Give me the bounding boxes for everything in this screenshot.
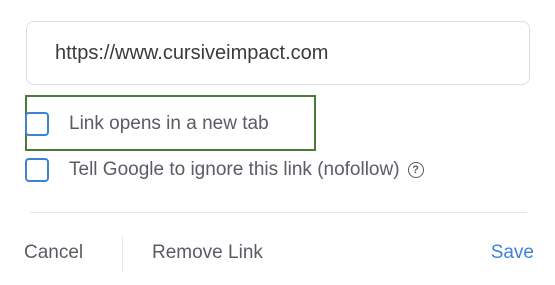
remove-link-button[interactable]: Remove Link (152, 241, 263, 265)
link-editor-panel: Link opens in a new tab Tell Google to i… (0, 0, 555, 285)
url-input[interactable] (26, 21, 530, 85)
new-tab-option[interactable]: Link opens in a new tab (25, 112, 269, 136)
divider (30, 212, 527, 213)
new-tab-label: Link opens in a new tab (69, 113, 269, 134)
footer-separator (122, 236, 123, 272)
new-tab-checkbox[interactable] (25, 112, 49, 136)
nofollow-option[interactable]: Tell Google to ignore this link (nofollo… (25, 158, 424, 182)
help-circle-icon[interactable]: ? (407, 162, 424, 178)
cancel-button[interactable]: Cancel (24, 241, 83, 265)
save-button[interactable]: Save (491, 241, 534, 265)
nofollow-label: Tell Google to ignore this link (nofollo… (69, 159, 400, 180)
nofollow-checkbox[interactable] (25, 158, 49, 182)
